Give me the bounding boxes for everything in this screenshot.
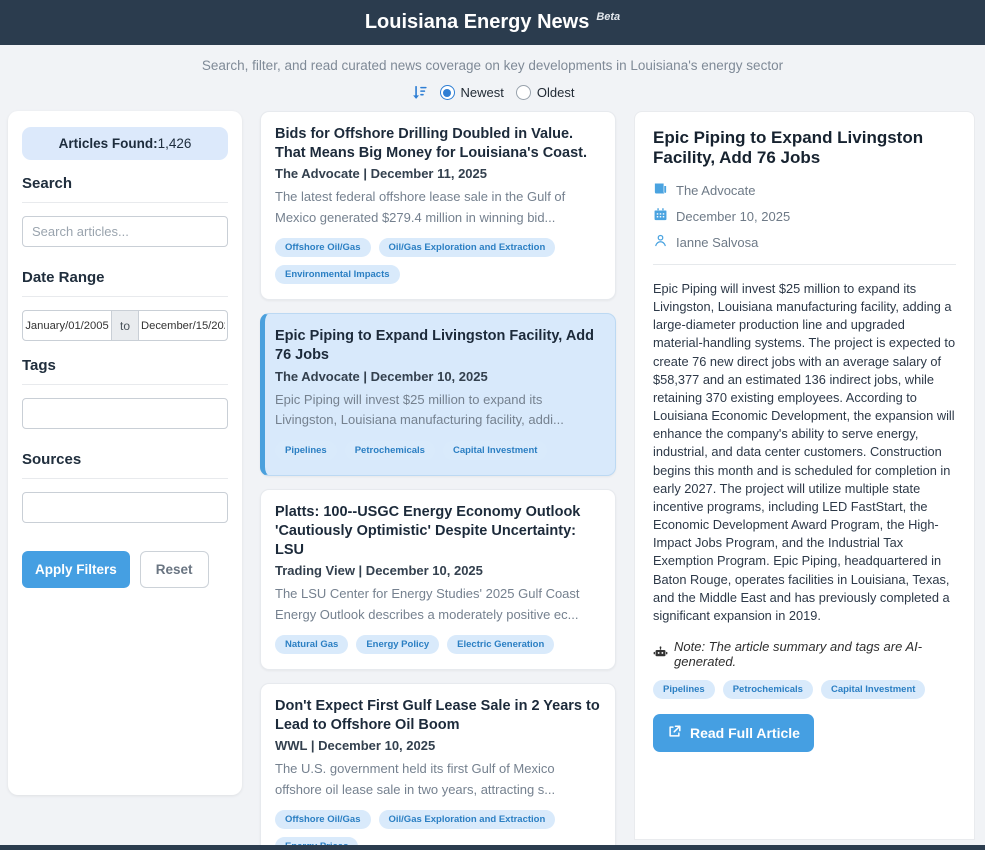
article-card-title: Bids for Offshore Drilling Doubled in Va… — [275, 125, 601, 163]
article-card-title: Don't Expect First Gulf Lease Sale in 2 … — [275, 697, 601, 735]
article-card-summary: The latest federal offshore lease sale i… — [275, 187, 601, 228]
tag-pill: Oil/Gas Exploration and Extraction — [379, 238, 556, 257]
detail-author: Ianne Salvosa — [676, 235, 758, 250]
date-to-separator: to — [112, 310, 138, 341]
search-input[interactable] — [22, 216, 228, 247]
sort-bar: Newest Oldest — [0, 84, 985, 101]
read-full-article-label: Read Full Article — [690, 725, 800, 741]
sources-input[interactable] — [22, 492, 228, 523]
article-card-tags: Pipelines Petrochemicals Capital Investmen… — [275, 441, 601, 460]
read-full-article-button[interactable]: Read Full Article — [653, 714, 814, 752]
robot-icon — [653, 645, 668, 663]
section-divider — [22, 384, 228, 385]
tag-pill: Capital Investment — [443, 441, 547, 460]
article-list[interactable]: Bids for Offshore Drilling Doubled in Va… — [260, 111, 616, 850]
article-card[interactable]: Epic Piping to Expand Livingston Facilit… — [260, 313, 616, 475]
article-card-title: Epic Piping to Expand Livingston Facilit… — [275, 327, 601, 365]
sort-newest-radio[interactable]: Newest — [440, 85, 504, 100]
date-from-input[interactable] — [22, 310, 112, 341]
detail-source: The Advocate — [676, 183, 756, 198]
app-subtitle: Search, filter, and read curated news co… — [0, 58, 985, 73]
article-card[interactable]: Platts: 100--USGC Energy Economy Outlook… — [260, 489, 616, 670]
sources-heading: Sources — [22, 451, 228, 468]
article-card[interactable]: Don't Expect First Gulf Lease Sale in 2 … — [260, 683, 616, 850]
radio-newest-control[interactable] — [440, 85, 455, 100]
article-card-summary: Epic Piping will invest $25 million to e… — [275, 390, 601, 431]
tag-pill: Offshore Oil/Gas — [275, 810, 371, 829]
tags-section: Tags — [22, 357, 228, 445]
external-link-icon — [667, 724, 682, 742]
detail-author-row: Ianne Salvosa — [653, 233, 956, 251]
sources-section: Sources — [22, 451, 228, 539]
tag-pill: Environmental Impacts — [275, 265, 400, 284]
section-divider — [22, 478, 228, 479]
article-card-meta: The Advocate | December 10, 2025 — [275, 369, 601, 384]
articles-found-label: Articles Found: — [59, 136, 158, 151]
detail-body: Epic Piping will invest $25 million to e… — [653, 280, 956, 625]
article-card-title: Platts: 100--USGC Energy Economy Outlook… — [275, 503, 601, 560]
detail-date-row: December 10, 2025 — [653, 207, 956, 225]
article-card-summary: The U.S. government held its first Gulf … — [275, 759, 601, 800]
article-detail-panel[interactable]: Epic Piping to Expand Livingston Facilit… — [634, 111, 975, 840]
reset-button[interactable]: Reset — [140, 551, 209, 588]
tag-pill: Energy Policy — [356, 635, 439, 654]
main-content: Articles Found:1,426 Search Date Range t… — [0, 101, 985, 850]
tag-pill: Petrochemicals — [723, 680, 813, 699]
article-card-meta: Trading View | December 10, 2025 — [275, 563, 601, 578]
date-range-heading: Date Range — [22, 269, 228, 286]
tag-pill: Capital Investment — [821, 680, 925, 699]
article-card-meta: WWL | December 10, 2025 — [275, 738, 601, 753]
calendar-icon — [653, 207, 668, 225]
filter-buttons: Apply Filters Reset — [22, 551, 228, 588]
article-card-tags: Natural Gas Energy Policy Electric Generat… — [275, 635, 601, 654]
section-divider — [22, 296, 228, 297]
beta-badge: Beta — [596, 11, 620, 23]
app-title: Louisiana Energy News — [365, 11, 590, 34]
tag-pill: Pipelines — [275, 441, 337, 460]
radio-oldest-control[interactable] — [516, 85, 531, 100]
app-header: Louisiana Energy News Beta — [0, 0, 985, 45]
article-card-summary: The LSU Center for Energy Studies' 2025 … — [275, 584, 601, 625]
tags-heading: Tags — [22, 357, 228, 374]
tag-pill: Natural Gas — [275, 635, 348, 654]
articles-found-badge: Articles Found:1,426 — [22, 127, 228, 160]
date-range-group: to — [22, 310, 228, 341]
person-icon — [653, 233, 668, 251]
search-heading: Search — [22, 175, 228, 192]
tag-pill: Electric Generation — [447, 635, 554, 654]
footer-bar — [0, 845, 985, 850]
date-range-section: Date Range to — [22, 269, 228, 341]
detail-source-row: The Advocate — [653, 181, 956, 199]
apply-filters-button[interactable]: Apply Filters — [22, 551, 130, 588]
tag-pill: Petrochemicals — [345, 441, 435, 460]
detail-tags: Pipelines Petrochemicals Capital Investmen… — [653, 680, 956, 699]
newspaper-icon — [653, 181, 668, 199]
tag-pill: Pipelines — [653, 680, 715, 699]
tag-pill: Offshore Oil/Gas — [275, 238, 371, 257]
article-card-meta: The Advocate | December 11, 2025 — [275, 166, 601, 181]
detail-divider — [653, 264, 956, 265]
tags-input[interactable] — [22, 398, 228, 429]
section-divider — [22, 202, 228, 203]
search-section: Search — [22, 175, 228, 263]
date-to-input[interactable] — [138, 310, 228, 341]
article-card-tags: Offshore Oil/Gas Oil/Gas Exploration and … — [275, 238, 601, 284]
tag-pill: Oil/Gas Exploration and Extraction — [379, 810, 556, 829]
sort-amount-down-icon — [411, 84, 428, 101]
ai-note-text: Note: The article summary and tags are A… — [674, 639, 956, 669]
filters-sidebar: Articles Found:1,426 Search Date Range t… — [8, 111, 242, 795]
articles-found-count: 1,426 — [158, 136, 192, 151]
detail-title: Epic Piping to Expand Livingston Facilit… — [653, 128, 956, 168]
ai-note: Note: The article summary and tags are A… — [653, 639, 956, 669]
sort-oldest-radio[interactable]: Oldest — [516, 85, 575, 100]
detail-date: December 10, 2025 — [676, 209, 790, 224]
article-card[interactable]: Bids for Offshore Drilling Doubled in Va… — [260, 111, 616, 300]
sort-newest-label: Newest — [461, 85, 504, 100]
sort-oldest-label: Oldest — [537, 85, 575, 100]
